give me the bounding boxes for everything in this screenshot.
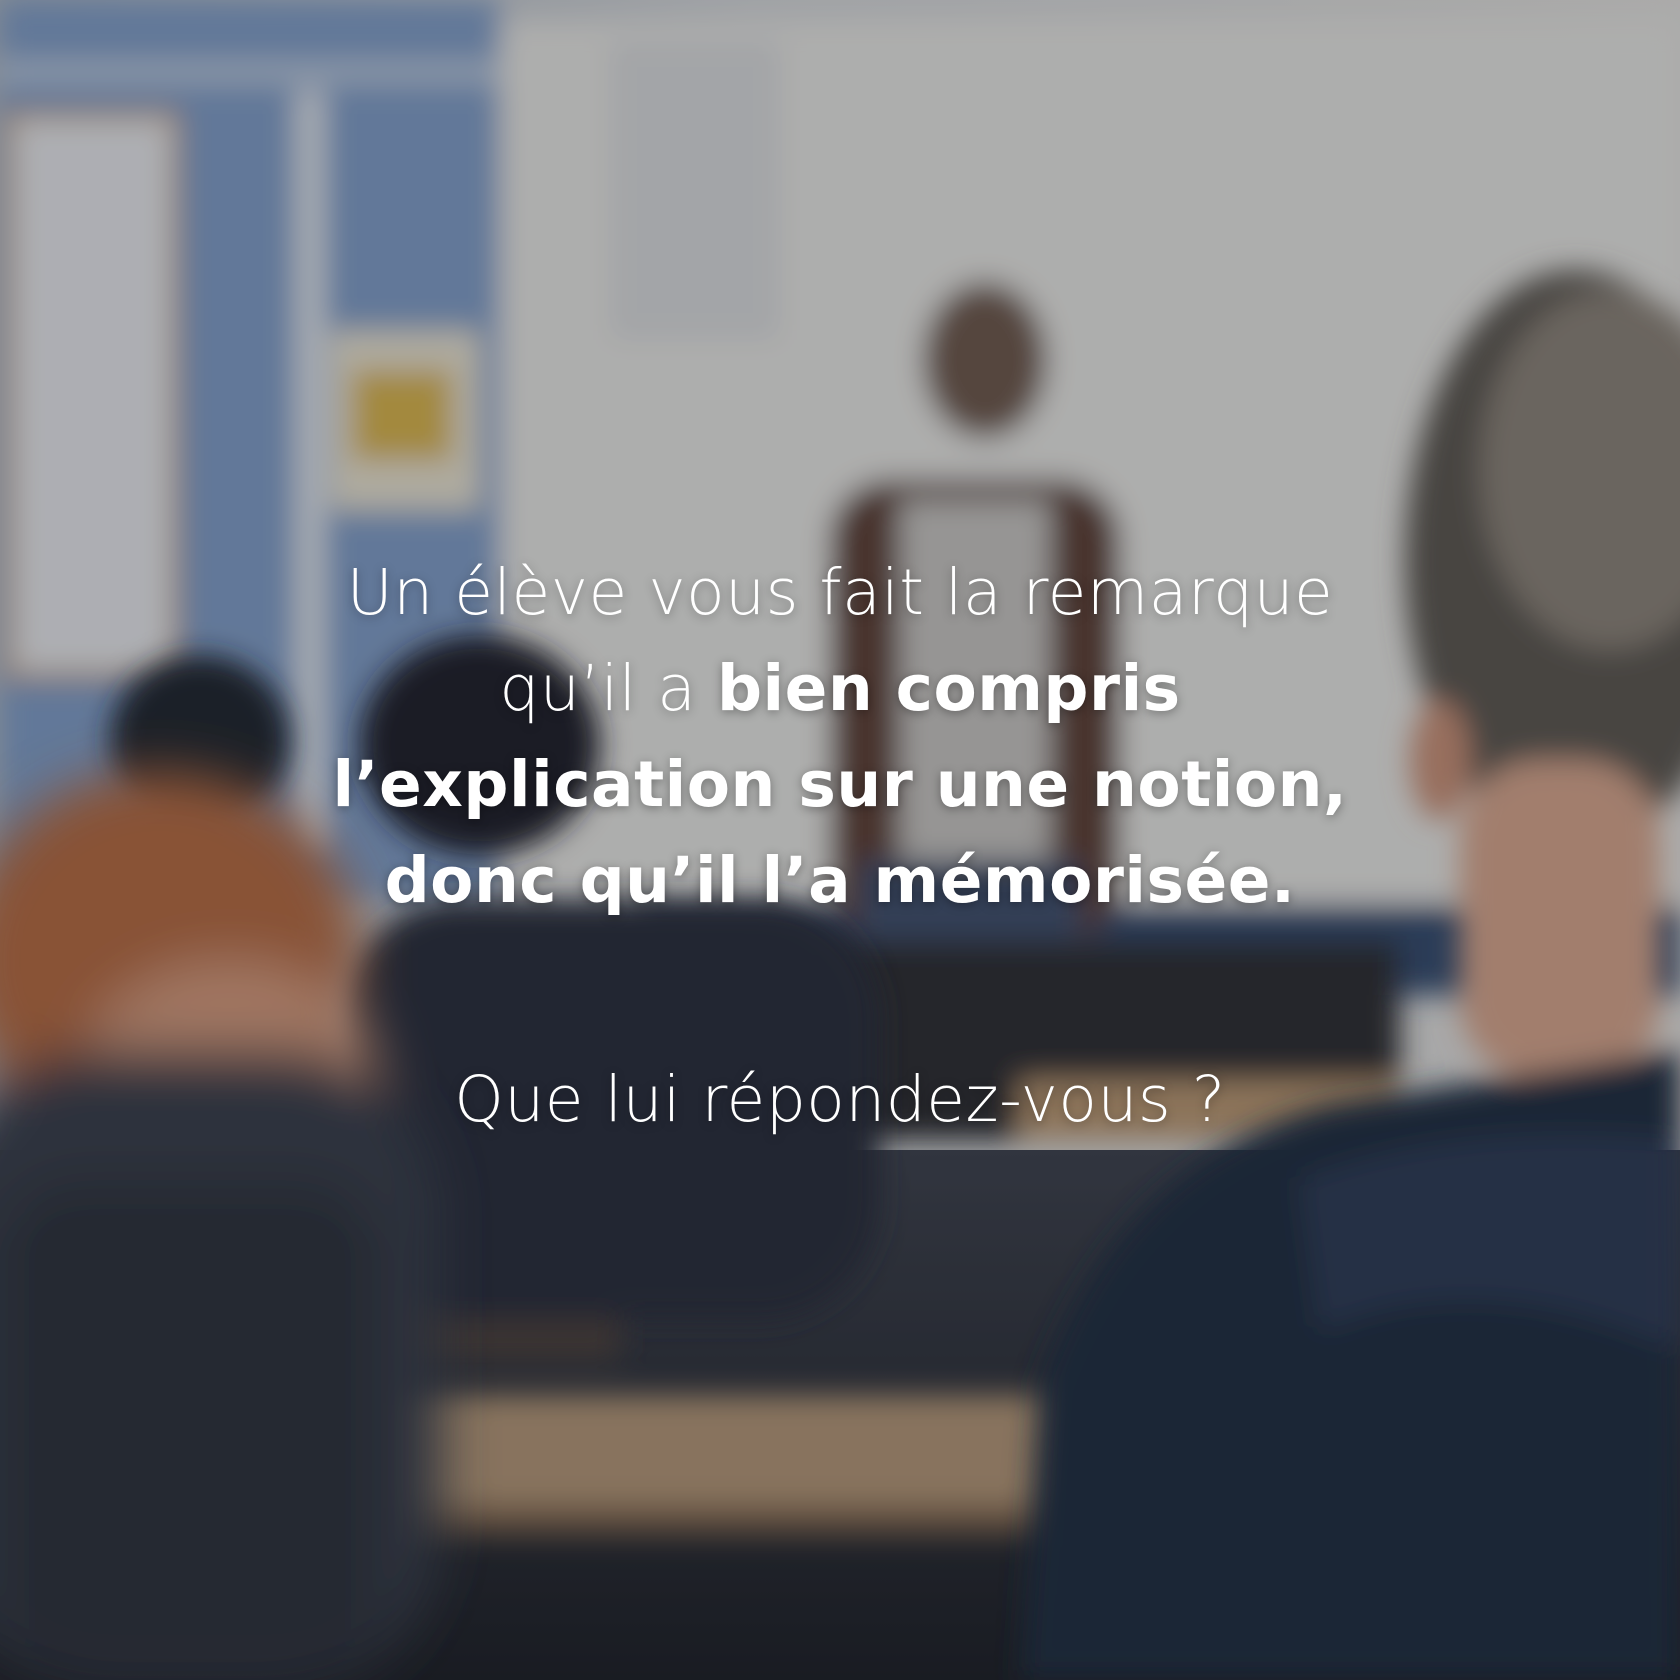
prompt-line-1: Un élève vous fait la remarque: [346, 556, 1334, 629]
prompt-text: Un élève vous fait la remarque qu’il a b…: [150, 545, 1530, 929]
post-canvas: Un élève vous fait la remarque qu’il a b…: [0, 0, 1680, 1680]
prompt-line-4: donc qu’il l’a mémorisée.: [384, 844, 1296, 917]
question-text: Que lui répondez-vous ?: [454, 1063, 1226, 1136]
prompt-line-3: l’explication sur une notion,: [332, 748, 1348, 821]
prompt-line-2-regular: qu’il a: [499, 652, 717, 725]
prompt-line-2-bold: bien compris: [716, 652, 1181, 725]
prompt-line-2: qu’il a bien compris: [150, 641, 1530, 737]
